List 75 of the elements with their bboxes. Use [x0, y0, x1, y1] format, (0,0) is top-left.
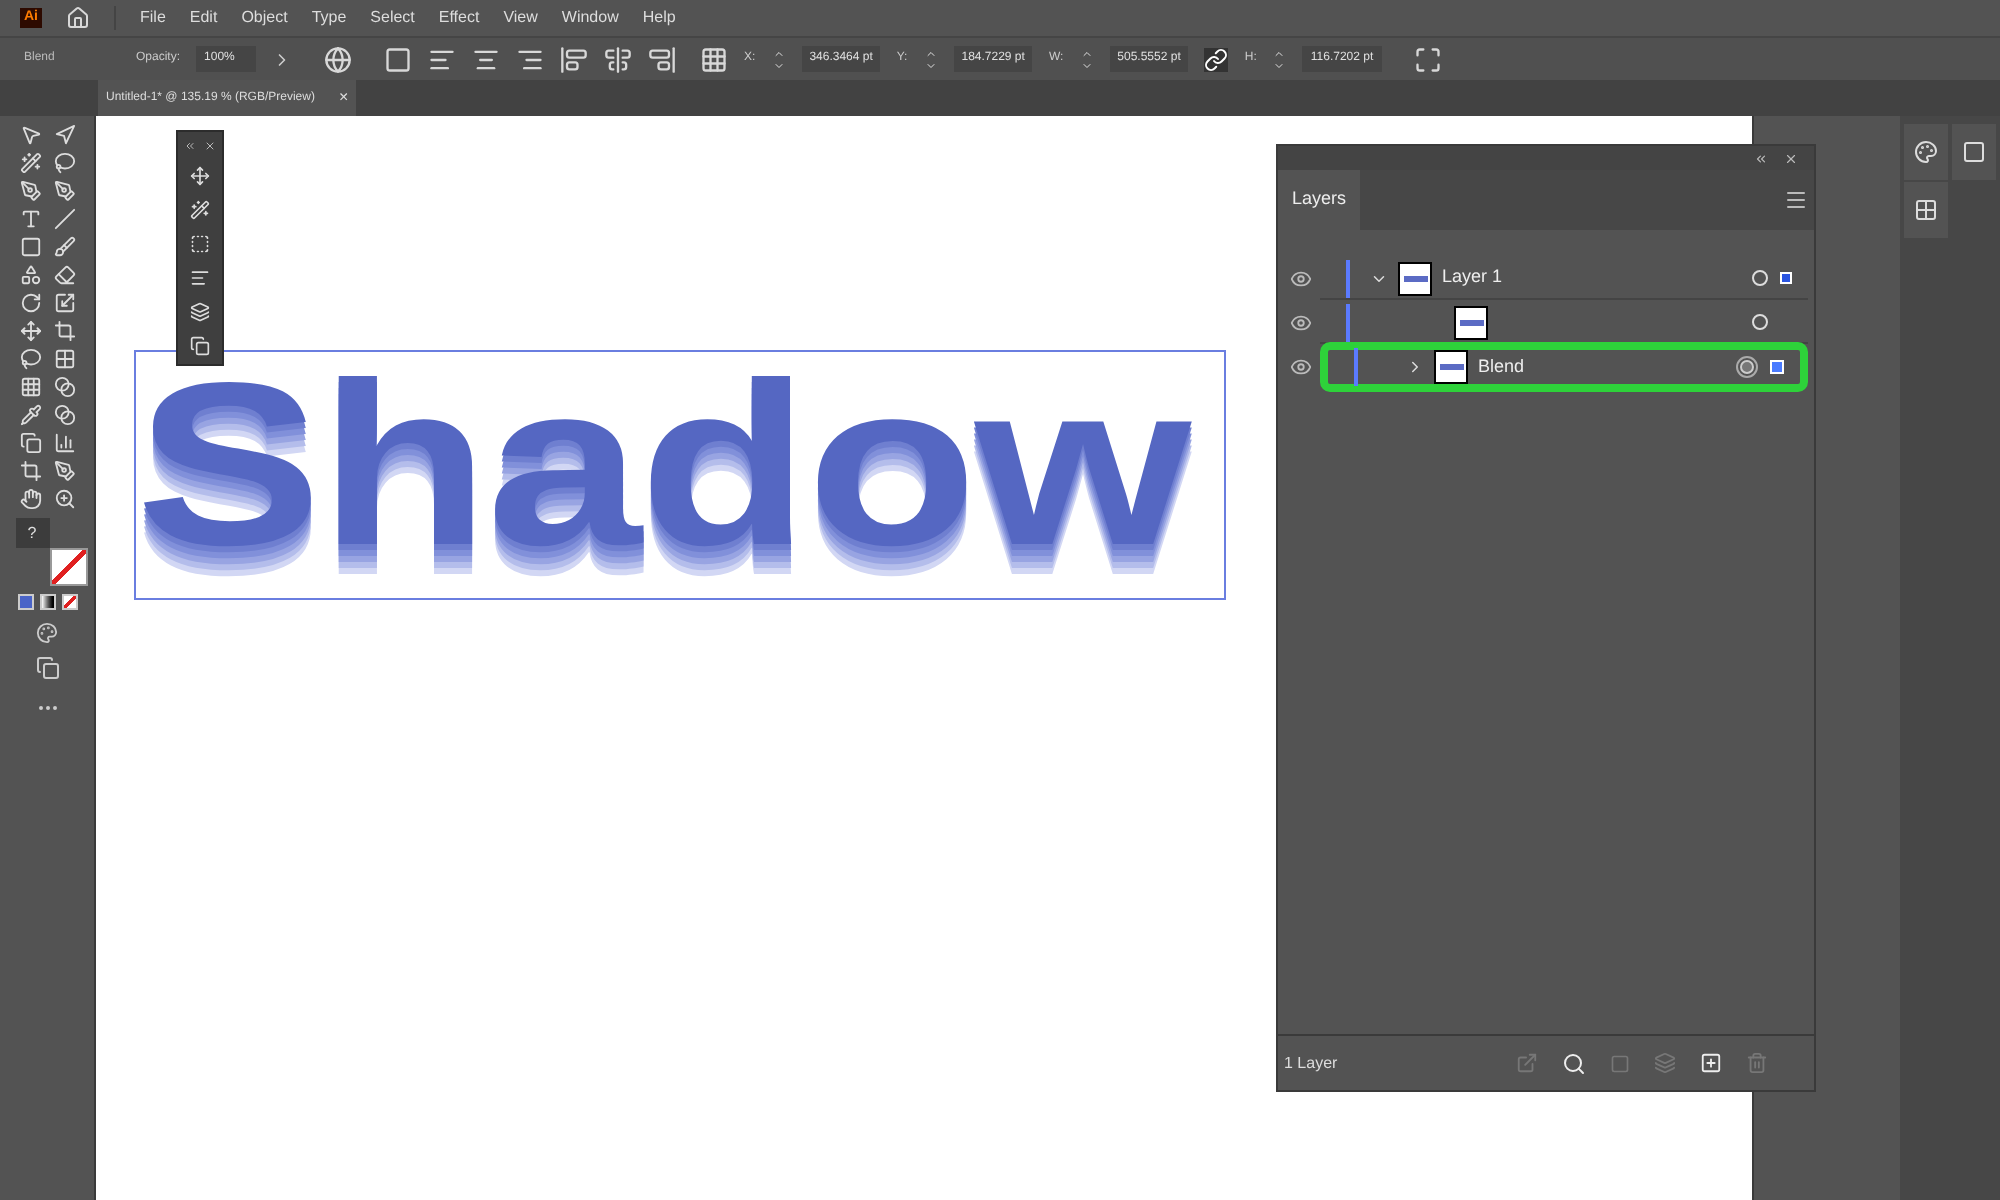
stepper-icon[interactable] — [1272, 47, 1287, 71]
artwork-text: Shadow — [136, 352, 1189, 576]
menu-item[interactable]: View — [503, 6, 538, 30]
collapse-icon[interactable] — [184, 140, 196, 152]
magic-wand-tool[interactable] — [19, 152, 41, 174]
bounding-box-icon[interactable] — [1413, 45, 1442, 73]
menu-item[interactable]: Help — [642, 6, 676, 30]
layer-thumbnail — [1454, 305, 1488, 339]
wand-icon[interactable] — [190, 200, 210, 220]
rotate-tool[interactable] — [19, 292, 41, 314]
layer-name: Blend — [1478, 353, 1525, 380]
close-icon[interactable] — [1784, 151, 1798, 165]
layer-row[interactable]: Layer 1 — [1320, 258, 1808, 300]
reference-point-icon[interactable] — [700, 45, 729, 73]
visibility-icon[interactable] — [1290, 356, 1312, 378]
selection-tool[interactable] — [19, 124, 41, 146]
paintbrush-tool[interactable] — [53, 236, 75, 258]
swatches-icon[interactable] — [1914, 198, 1938, 222]
zoom-tool[interactable] — [53, 488, 75, 510]
line-tool[interactable] — [53, 208, 75, 230]
layer-row[interactable]: Blend — [1320, 342, 1808, 392]
expand-icon[interactable] — [1406, 358, 1424, 376]
menu-item[interactable]: Effect — [438, 6, 480, 30]
eraser-tool[interactable] — [53, 264, 75, 286]
layer-thumbnail — [1398, 261, 1432, 295]
graph-tool[interactable] — [53, 432, 75, 454]
close-icon[interactable]: × — [338, 86, 349, 110]
target-icon[interactable] — [1736, 356, 1758, 378]
stepper-icon[interactable] — [771, 47, 786, 71]
mesh-tool[interactable] — [19, 376, 41, 398]
type-tool[interactable] — [19, 208, 41, 230]
menu-item[interactable]: Type — [311, 6, 347, 30]
new-layer-icon[interactable] — [1700, 1052, 1722, 1074]
align-left-icon[interactable] — [428, 45, 457, 73]
align-center-icon[interactable] — [472, 45, 501, 73]
home-icon[interactable] — [66, 6, 90, 30]
none-swatch[interactable] — [61, 594, 77, 610]
scale-tool[interactable] — [53, 292, 75, 314]
help-swatch[interactable]: ? — [15, 518, 49, 548]
stepper-icon[interactable] — [1079, 47, 1094, 71]
menu-item[interactable]: Edit — [189, 6, 218, 30]
align-middle-icon[interactable] — [604, 45, 633, 73]
menu-icon[interactable] — [1784, 188, 1808, 212]
gradient-swatch[interactable] — [39, 594, 55, 610]
hand-tool[interactable] — [19, 488, 41, 510]
layer-thumbnail — [1434, 350, 1468, 384]
rectangle-tool[interactable] — [19, 236, 41, 258]
layers-tab[interactable]: Layers — [1278, 170, 1361, 230]
close-icon[interactable] — [204, 140, 216, 152]
link-icon[interactable] — [1204, 47, 1229, 71]
pen-tool[interactable] — [19, 180, 41, 202]
visibility-icon[interactable] — [1290, 268, 1312, 290]
layer-name: Layer 1 — [1442, 264, 1503, 291]
menu-item[interactable]: Select — [370, 6, 415, 30]
menu-item[interactable]: Object — [241, 6, 288, 30]
stepper-icon[interactable] — [923, 47, 938, 71]
palette-icon[interactable] — [1914, 140, 1938, 164]
search-icon[interactable] — [1562, 1051, 1586, 1075]
selection-color-icon — [1770, 360, 1784, 374]
stroke-swatch[interactable] — [49, 548, 87, 586]
lasso-tool[interactable] — [53, 152, 75, 174]
selection-color-icon — [1780, 272, 1792, 284]
visibility-icon[interactable] — [1290, 312, 1312, 334]
align-icon[interactable] — [190, 268, 210, 288]
menu-item[interactable]: Window — [561, 6, 619, 30]
shaper-tool[interactable] — [19, 264, 41, 286]
align-top-icon[interactable] — [560, 45, 589, 73]
direct-selection-tool[interactable] — [53, 124, 75, 146]
collapse-icon[interactable] — [1754, 151, 1768, 165]
color-swatch[interactable] — [17, 594, 33, 610]
menu-item[interactable]: File — [140, 6, 166, 30]
eyedropper-tool[interactable] — [19, 404, 41, 426]
align-bottom-icon[interactable] — [648, 45, 677, 73]
align-right-icon[interactable] — [516, 45, 545, 73]
layer-count: 1 Layer — [1284, 1051, 1338, 1075]
